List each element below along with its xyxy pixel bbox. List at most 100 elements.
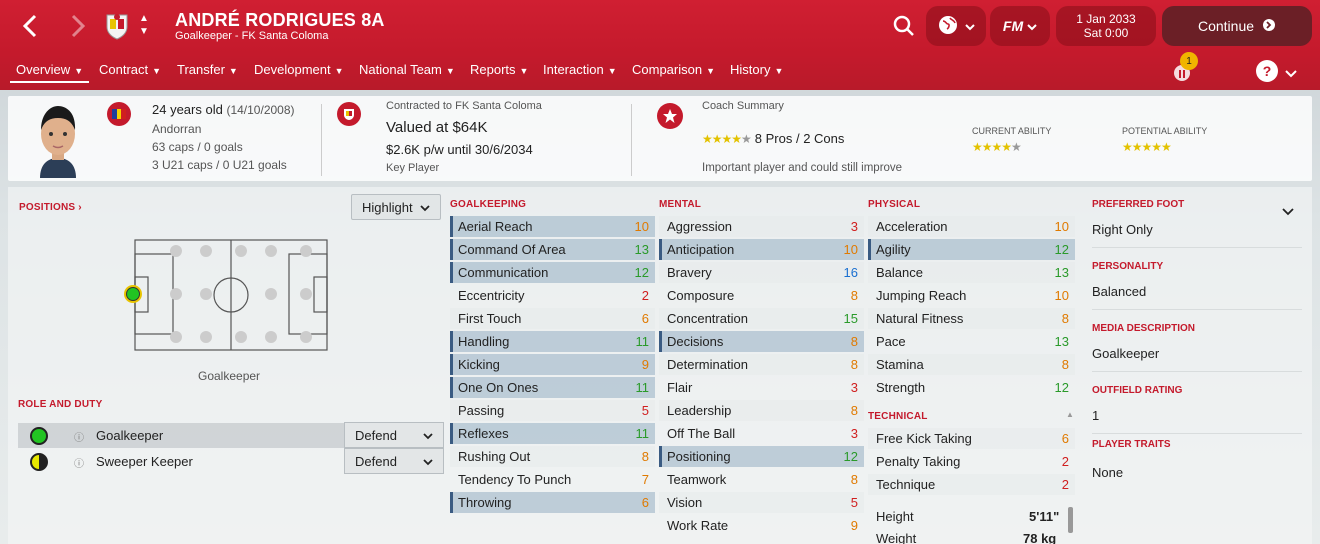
- attribute-name: Bravery: [667, 265, 712, 280]
- nation-flag-icon[interactable]: [107, 102, 131, 126]
- fm-logo: FM: [1002, 18, 1024, 34]
- attribute-row[interactable]: Teamwork 8: [659, 469, 864, 490]
- attribute-row[interactable]: Agility 12: [868, 239, 1075, 260]
- tab-label: Contract: [99, 62, 149, 77]
- tab-national-team[interactable]: National Team ▼: [359, 62, 455, 77]
- duty-dropdown[interactable]: Defend: [344, 448, 444, 474]
- pros-cons[interactable]: ★★★★★ 8 Pros / 2 Cons: [702, 131, 844, 146]
- attribute-row[interactable]: Balance 13: [868, 262, 1075, 283]
- current-ability-stars: ★★★★★: [972, 140, 1022, 154]
- attribute-row[interactable]: Off The Ball 3: [659, 423, 864, 444]
- tab-transfer[interactable]: Transfer ▼: [177, 62, 238, 77]
- attribute-name: Handling: [458, 334, 510, 349]
- attribute-row[interactable]: Vision 5: [659, 492, 864, 513]
- attribute-name: Balance: [876, 265, 923, 280]
- collapse-icon[interactable]: ▲: [1066, 410, 1074, 419]
- club-switch-icon[interactable]: ▲ ▼: [139, 12, 149, 38]
- chevron-down-icon[interactable]: [1285, 66, 1297, 81]
- club-badge-icon[interactable]: [337, 102, 361, 126]
- help-icon[interactable]: ?: [1256, 60, 1278, 82]
- club-crest-icon[interactable]: [104, 12, 130, 40]
- attribute-row[interactable]: One On Ones 11: [450, 377, 655, 398]
- scrollbar[interactable]: [1068, 507, 1073, 533]
- attribute-row[interactable]: Free Kick Taking 6: [868, 428, 1075, 449]
- current-ability-label: CURRENT ABILITY: [972, 126, 1052, 136]
- world-menu-button[interactable]: [926, 6, 986, 46]
- search-icon[interactable]: [892, 14, 916, 38]
- attribute-value: 10: [1054, 288, 1069, 303]
- tab-reports[interactable]: Reports ▼: [470, 62, 528, 77]
- positions-header[interactable]: POSITIONS ›: [19, 202, 82, 213]
- attribute-row[interactable]: Communication 12: [450, 262, 655, 283]
- attribute-row[interactable]: Positioning 12: [659, 446, 864, 467]
- attribute-value: 6: [641, 311, 649, 326]
- back-arrow-icon[interactable]: [16, 12, 44, 40]
- attribute-row[interactable]: Tendency To Punch 7: [450, 469, 655, 490]
- role-name: Goalkeeper: [96, 428, 164, 443]
- attribute-row[interactable]: Bravery 16: [659, 262, 864, 283]
- chevron-down-icon[interactable]: [1282, 204, 1294, 219]
- attribute-row[interactable]: Kicking 9: [450, 354, 655, 375]
- fm-menu-button[interactable]: FM: [990, 6, 1050, 46]
- attribute-row[interactable]: Decisions 8: [659, 331, 864, 352]
- coach-rating-stars: ★★★★★: [702, 131, 752, 146]
- divider: [631, 104, 632, 176]
- outfield-rating-value: 1: [1092, 408, 1100, 423]
- attribute-value: 2: [1061, 477, 1069, 492]
- attribute-row[interactable]: Pace 13: [868, 331, 1075, 352]
- tab-overview[interactable]: Overview ▼: [16, 62, 83, 77]
- tab-history[interactable]: History ▼: [730, 62, 783, 77]
- tab-interaction[interactable]: Interaction ▼: [543, 62, 617, 77]
- tab-contract[interactable]: Contract ▼: [99, 62, 161, 77]
- info-icon[interactable]: ⓘ: [74, 455, 84, 470]
- attribute-row[interactable]: Strength 12: [868, 377, 1075, 398]
- attribute-row[interactable]: Flair 3: [659, 377, 864, 398]
- attribute-name: Aggression: [667, 219, 733, 234]
- duty-dropdown[interactable]: Defend: [344, 422, 444, 448]
- attribute-value: 12: [634, 265, 649, 280]
- attribute-row[interactable]: Work Rate 9: [659, 515, 864, 536]
- contract-label[interactable]: Contracted to FK Santa Coloma: [386, 100, 542, 112]
- chevron-down-icon: ▼: [774, 66, 784, 76]
- attribute-row[interactable]: Reflexes 11: [450, 423, 655, 444]
- attribute-value: 5: [641, 403, 649, 418]
- attribute-row[interactable]: Aerial Reach 10: [450, 216, 655, 237]
- attribute-row[interactable]: Stamina 8: [868, 354, 1075, 375]
- attribute-value: 10: [843, 242, 858, 257]
- highlight-dropdown[interactable]: Highlight: [351, 194, 441, 220]
- attribute-row[interactable]: Anticipation 10: [659, 239, 864, 260]
- attribute-row[interactable]: Rushing Out 8: [450, 446, 655, 467]
- attribute-row[interactable]: Technique 2: [868, 474, 1075, 495]
- attribute-row[interactable]: Acceleration 10: [868, 216, 1075, 237]
- attribute-row[interactable]: Leadership 8: [659, 400, 864, 421]
- role-row-goalkeeper[interactable]: [18, 423, 344, 448]
- attribute-row[interactable]: First Touch 6: [450, 308, 655, 329]
- attribute-row[interactable]: Jumping Reach 10: [868, 285, 1075, 306]
- chevron-down-icon: [423, 428, 433, 443]
- date-display[interactable]: 1 Jan 2033 Sat 0:00: [1056, 6, 1156, 46]
- player-value: Valued at $64K: [386, 119, 488, 136]
- info-icon[interactable]: ⓘ: [74, 429, 84, 444]
- pitch-diagram[interactable]: [120, 232, 340, 357]
- tab-comparison[interactable]: Comparison ▼: [632, 62, 715, 77]
- position-label: Goalkeeper: [198, 369, 261, 383]
- attribute-row[interactable]: Natural Fitness 8: [868, 308, 1075, 329]
- attribute-row[interactable]: Composure 8: [659, 285, 864, 306]
- attribute-row[interactable]: Throwing 6: [450, 492, 655, 513]
- forward-arrow-icon[interactable]: [64, 12, 92, 40]
- nationality[interactable]: Andorran: [152, 122, 201, 136]
- attribute-row[interactable]: Determination 8: [659, 354, 864, 375]
- attribute-row[interactable]: Eccentricity 2: [450, 285, 655, 306]
- continue-button[interactable]: Continue: [1162, 6, 1312, 46]
- attribute-row[interactable]: Penalty Taking 2: [868, 451, 1075, 472]
- attribute-name: Free Kick Taking: [876, 431, 972, 446]
- attribute-row[interactable]: Handling 11: [450, 331, 655, 352]
- attribute-row[interactable]: Command Of Area 13: [450, 239, 655, 260]
- notification-icon[interactable]: 1: [1170, 52, 1198, 84]
- tab-development[interactable]: Development ▼: [254, 62, 344, 77]
- attribute-row[interactable]: Aggression 3: [659, 216, 864, 237]
- player-subtitle[interactable]: Goalkeeper - FK Santa Coloma: [175, 30, 328, 42]
- attribute-row[interactable]: Passing 5: [450, 400, 655, 421]
- attribute-row[interactable]: Concentration 15: [659, 308, 864, 329]
- attribute-value: 8: [1061, 357, 1069, 372]
